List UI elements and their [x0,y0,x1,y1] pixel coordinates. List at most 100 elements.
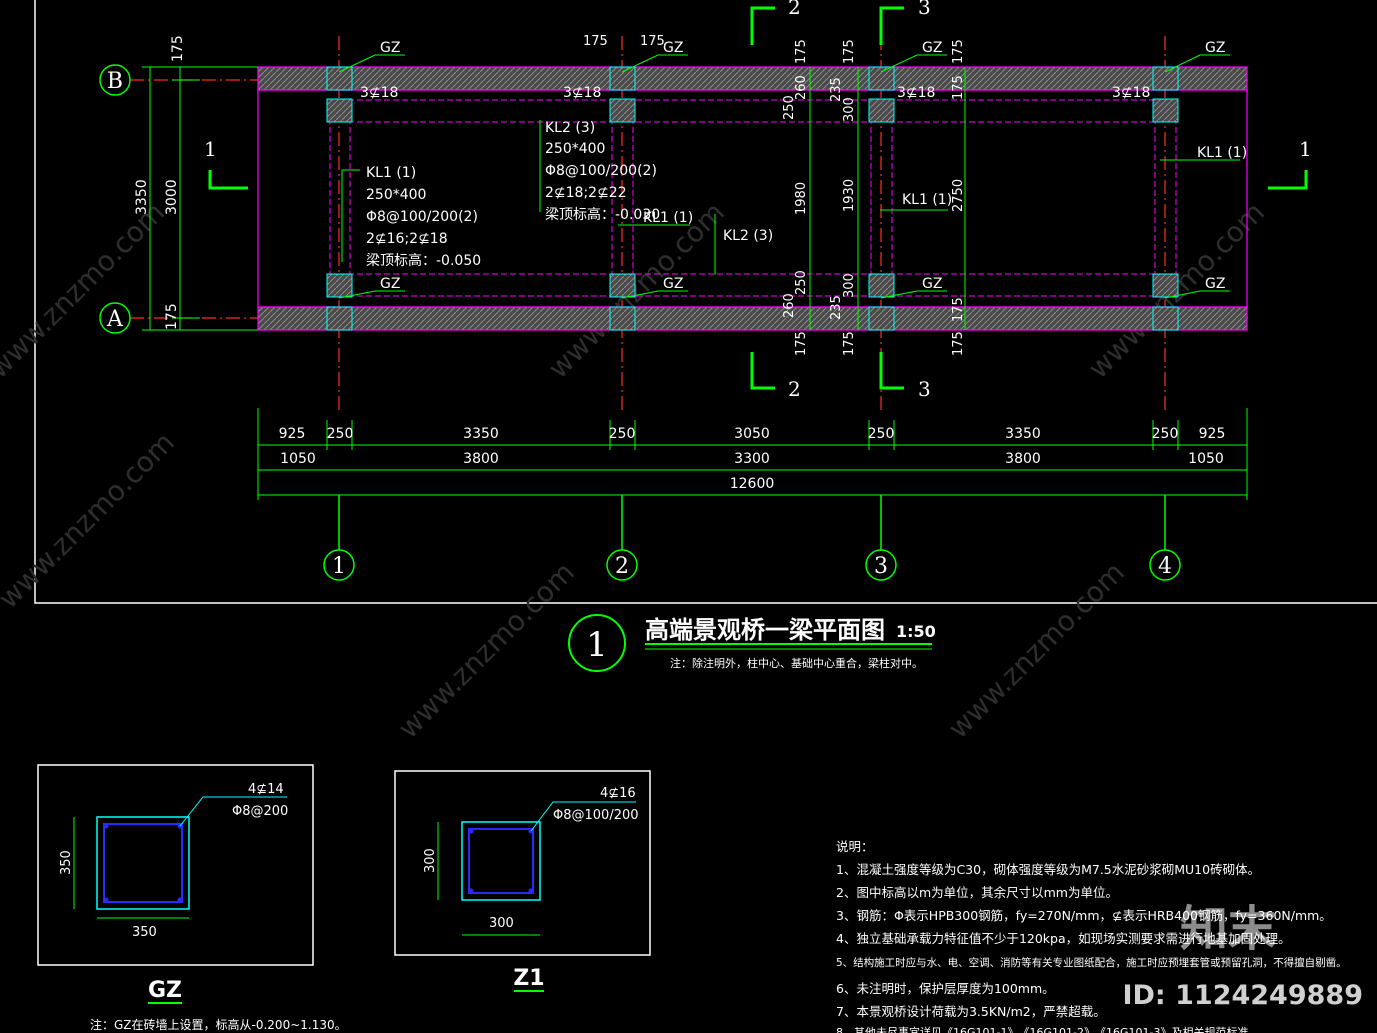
gz-label: GZ [1205,276,1225,292]
gz-detail-bars: 4⊈14 [248,782,284,797]
watermark-brand: 知末 [1180,901,1276,957]
axis-label-A: A [106,307,124,332]
axis-label-1: 1 [332,554,346,579]
dim-text: 175 [640,34,665,49]
note-item: 1、混凝土强度等级为C30，砌体强度等级为M7.5水泥砂浆砌MU10砖砌体。 [836,862,1260,877]
dim-text: 175 [951,331,966,356]
plan-note: 注：除注明外，柱中心、基础中心重合，梁柱对中。 [670,656,923,670]
dim-text: 175 [842,39,857,64]
gz-label: GZ [922,40,942,56]
dim-text: 12600 [730,476,775,492]
bar-label: 3⊈18 [360,85,398,101]
watermark-text: www.znzmo.com [542,196,731,385]
cad-drawing: www.znzmo.com www.znzmo.com www.znzmo.co… [0,0,1377,1033]
section-label: 3 [918,377,931,401]
left-dims [142,66,258,331]
gz-detail-stirrup: Φ8@200 [232,804,288,819]
gz-label: GZ [380,40,400,56]
dim-text: 175 [951,75,966,100]
z1-detail-title: Z1 [513,966,544,991]
watermark-id: ID: 1124249889 [1122,980,1363,1011]
beam-size: 250*400 [366,187,426,203]
dim-text: 300 [842,273,857,298]
dim-text: 175 [842,331,857,356]
section-label: 2 [788,377,801,401]
dim-text: 3350 [1005,426,1041,442]
dim-text: 1930 [842,179,857,212]
dim-text: 250 [609,426,636,442]
section-label: 2 [788,0,801,19]
beam-name: KL2 (3) [545,120,595,136]
dim-text: 3050 [734,426,770,442]
section-label: 1 [204,137,217,161]
plan-title: 高端景观桥一梁平面图 [645,616,885,644]
dim-text: 3800 [463,451,499,467]
axis-label-3: 3 [874,554,888,579]
gz-detail-note: 注：GZ在砖墙上设置，标高从-0.200~1.130。 [90,1017,347,1032]
beam-elev: 梁顶标高：-0.050 [366,252,481,269]
axis-label-2: 2 [615,554,629,579]
dim-text: 3300 [734,451,770,467]
dim-text: 250 [327,426,354,442]
beam-tag: KL1 (1) [1197,145,1247,161]
section-label: 1 [1299,137,1312,161]
dim-text: 235 [829,295,844,320]
dim-text: 925 [1199,426,1226,442]
dim-text: 3350 [134,179,150,215]
dim-text: 3000 [164,179,180,215]
gz-label: GZ [663,276,683,292]
dim-text: 250 [794,270,809,295]
dim-text: 1050 [280,451,316,467]
dim-text: 175 [794,39,809,64]
beam-size: 250*400 [545,141,605,157]
gz-detail-title: GZ [148,978,182,1003]
gz-label: GZ [922,276,942,292]
dim-text: 175 [951,297,966,322]
dim-text: 300 [842,97,857,122]
watermark-text: www.znzmo.com [392,556,581,745]
beam-tag: KL1 (1) [902,192,952,208]
dim-text: 250 [868,426,895,442]
kl1-spec: KL1 (1) 250*400 Φ8@100/200(2) 2⊈16;2⊈18 … [366,165,481,269]
gz-label: GZ [663,40,683,56]
beam-stirrup: Φ8@100/200(2) [366,209,478,225]
dim-text: 175 [164,303,180,330]
gz-detail-h: 350 [59,850,74,875]
dim-text: 175 [794,331,809,356]
watermark-text: www.znzmo.com [942,556,1131,745]
z1-detail-stirrup: Φ8@100/200 [553,808,639,823]
dim-text: 925 [279,426,306,442]
gz-label: GZ [380,276,400,292]
dim-text: 175 [951,39,966,64]
beam-leaders [341,120,1240,275]
dim-text: 175 [583,34,608,49]
dim-text: 250 [782,95,797,120]
watermark-text: www.znzmo.com [0,426,181,615]
beam-stirrup: Φ8@100/200(2) [545,163,657,179]
note-item: 7、本景观桥设计荷载为3.5KN/m2，严禁超载。 [836,1004,1106,1019]
z1-detail: 4⊈16 Φ8@100/200 300 300 Z1 [394,770,651,992]
notes-heading: 说明： [836,839,874,854]
dim-text: 260 [782,293,797,318]
axis-label-B: B [107,69,123,94]
bottom-dim-texts: 925 250 3350 250 3050 250 3350 250 925 1… [279,426,1226,492]
axis-label-4: 4 [1158,554,1172,579]
z1-detail-w: 300 [489,916,514,931]
plan-scale: 1:50 [896,622,936,641]
beam-bars: 2⊈18;2⊈22 [545,185,627,201]
beam-tag: KL2 (3) [723,228,773,244]
kl2-spec: KL2 (3) 250*400 Φ8@100/200(2) 2⊈18;2⊈22 … [545,120,1247,244]
dim-text: 2750 [951,179,966,212]
bar-label: 3⊈18 [897,85,935,101]
columns [326,66,1179,331]
beam-bars: 2⊈16;2⊈18 [366,231,448,247]
z1-detail-h: 300 [423,848,438,873]
watermark-text: www.znzmo.com [0,196,171,385]
gz-detail-w: 350 [132,925,157,940]
note-item: 6、未注明时，保护层厚度为100mm。 [836,981,1055,996]
plan-title-block: 1 高端景观桥一梁平面图 1:50 注：除注明外，柱中心、基础中心重合，梁柱对中… [568,614,936,672]
note-item: 5、结构施工时应与水、电、空调、消防等有关专业图纸配合，施工时应预埋套管或预留孔… [836,956,1347,969]
note-item: 8、其他未尽事宜详见《16G101-1》、《16G101-2》、《16G101-… [836,1025,1259,1033]
gz-detail: 4⊈14 Φ8@200 350 350 GZ 注：GZ在砖墙上设置，标高从-0.… [37,764,347,1032]
section-label: 3 [918,0,931,19]
